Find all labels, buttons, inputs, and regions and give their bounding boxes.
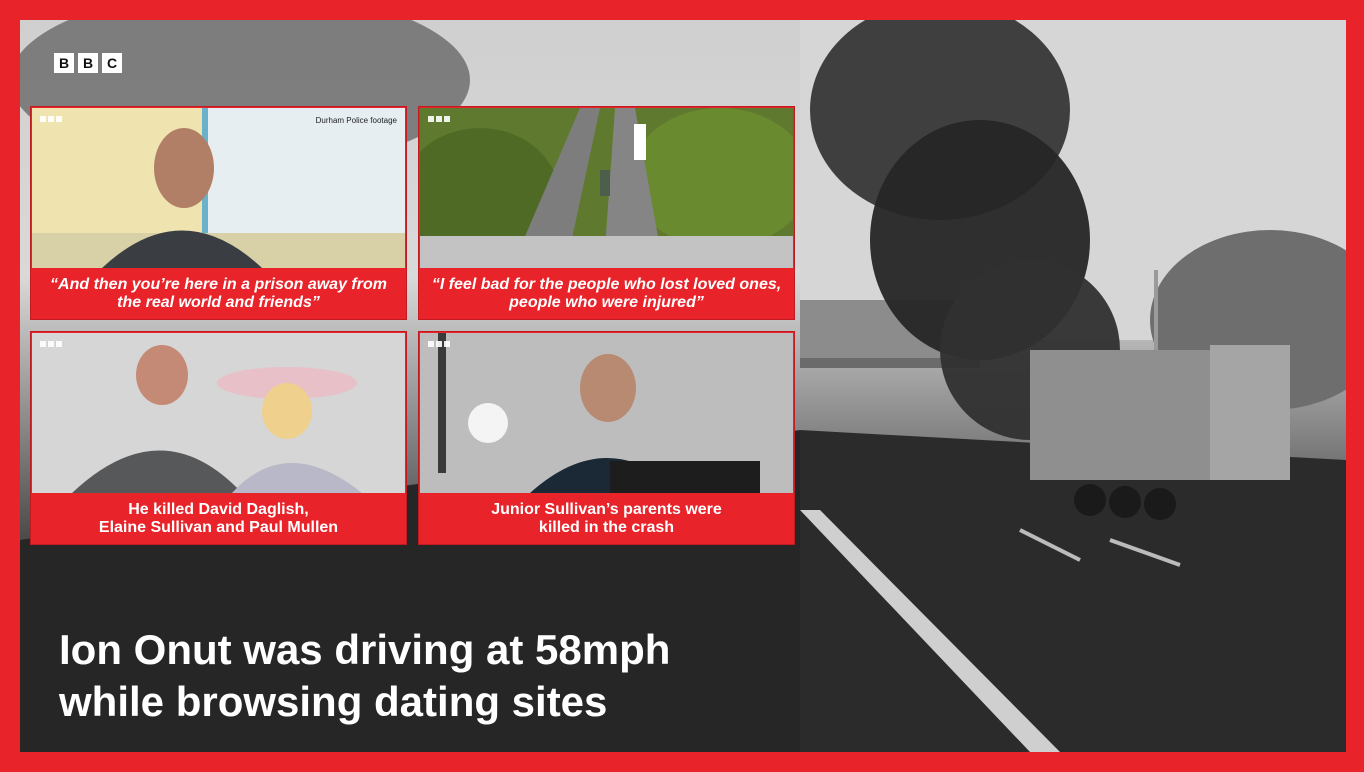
victims-panel: He killed David Daglish, Elaine Sullivan… bbox=[30, 331, 407, 545]
son-photo-illustration bbox=[420, 333, 793, 493]
crash-scene-background: B B C Durham Police footage “And then yo… bbox=[20, 20, 1346, 752]
couple-photo-illustration bbox=[32, 333, 405, 493]
mini-bbc-logo bbox=[428, 341, 450, 347]
bbc-logo-letter-b2: B bbox=[78, 53, 98, 73]
interview-photo-driver: Durham Police footage bbox=[32, 108, 405, 268]
bbc-logo-letter-b1: B bbox=[54, 53, 74, 73]
panel-caption: He killed David Daglish, Elaine Sullivan… bbox=[31, 493, 406, 545]
headline-line2: while browsing dating sites bbox=[59, 678, 608, 725]
source-label: Durham Police footage bbox=[315, 116, 397, 125]
mini-bbc-logo bbox=[40, 116, 62, 122]
panel-caption-line1: He killed David Daglish, bbox=[128, 501, 309, 518]
quote-panel-prison: Durham Police footage “And then you’re h… bbox=[30, 106, 407, 320]
mini-bbc-logo bbox=[40, 341, 62, 347]
aerial-photo-illustration bbox=[420, 108, 793, 268]
panel-caption-line2: killed in the crash bbox=[538, 519, 675, 536]
son-panel: Junior Sullivan’s parents were killed in… bbox=[418, 331, 795, 545]
panel-caption: “And then you’re here in a prison away f… bbox=[50, 276, 387, 311]
panel-caption: Junior Sullivan’s parents were killed in… bbox=[419, 493, 794, 545]
panel-caption-line1: Junior Sullivan’s parents were bbox=[491, 501, 722, 518]
quote-panel-regret: “I feel bad for the people who lost love… bbox=[418, 106, 795, 320]
panel-caption-line2: Elaine Sullivan and Paul Mullen bbox=[98, 519, 339, 536]
bbc-logo-letter-c: C bbox=[102, 53, 122, 73]
headline-line1: Ion Onut was driving at 58mph bbox=[59, 626, 671, 673]
couple-photo bbox=[32, 333, 405, 493]
bbc-logo: B B C bbox=[54, 53, 122, 73]
red-border-frame: B B C Durham Police footage “And then yo… bbox=[0, 0, 1364, 772]
interview-photo-illustration bbox=[32, 108, 405, 268]
son-interview-photo bbox=[420, 333, 793, 493]
mini-bbc-logo bbox=[428, 116, 450, 122]
aerial-motorway-photo bbox=[420, 108, 793, 268]
panel-caption: “I feel bad for the people who lost love… bbox=[431, 276, 782, 311]
main-headline: Ion Onut was driving at 58mph while brow… bbox=[59, 624, 819, 728]
